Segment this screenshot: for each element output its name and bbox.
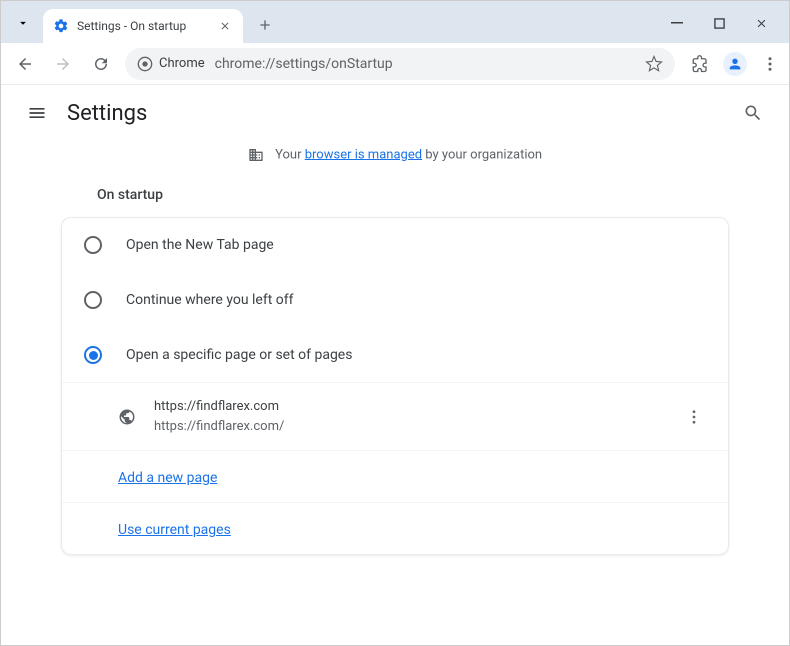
toolbar-actions xyxy=(691,52,779,76)
minimize-button[interactable] xyxy=(667,13,687,33)
managed-banner: Your browser is managed by your organiza… xyxy=(1,141,789,175)
close-icon xyxy=(219,20,231,32)
radio-icon xyxy=(84,346,102,364)
browser-menu-button[interactable] xyxy=(761,55,779,73)
option-specific-pages[interactable]: Open a specific page or set of pages xyxy=(62,327,728,382)
globe-icon xyxy=(118,408,136,426)
chrome-logo-icon xyxy=(137,56,153,72)
radio-icon xyxy=(84,291,102,309)
startup-card: Open the New Tab page Continue where you… xyxy=(61,217,729,555)
radio-label: Open a specific page or set of pages xyxy=(126,347,352,363)
radio-label: Open the New Tab page xyxy=(126,237,274,253)
url-text: chrome://settings/onStartup xyxy=(215,56,635,72)
close-window-button[interactable] xyxy=(751,13,771,33)
add-page-row: Add a new page xyxy=(62,450,728,502)
arrow-right-icon xyxy=(54,55,72,73)
use-current-row: Use current pages xyxy=(62,502,728,554)
kebab-icon xyxy=(685,408,703,426)
entry-title: https://findflarex.com xyxy=(154,397,664,417)
extension-icon xyxy=(691,55,709,73)
omnibox-security-chip[interactable]: Chrome xyxy=(137,56,205,72)
settings-menu-button[interactable] xyxy=(19,95,55,131)
new-tab-button[interactable] xyxy=(251,11,279,39)
settings-search-button[interactable] xyxy=(735,95,771,131)
settings-gear-icon xyxy=(53,18,69,34)
bookmark-button[interactable] xyxy=(645,55,663,73)
back-button[interactable] xyxy=(11,50,39,78)
managed-link[interactable]: browser is managed xyxy=(305,147,422,162)
browser-toolbar: Chrome chrome://settings/onStartup xyxy=(1,43,789,85)
star-icon xyxy=(645,55,663,73)
maximize-icon xyxy=(714,18,725,29)
option-continue[interactable]: Continue where you left off xyxy=(62,272,728,327)
minimize-icon xyxy=(671,17,683,29)
section-title: On startup xyxy=(61,175,729,217)
tab-search-dropdown[interactable] xyxy=(9,9,37,37)
entry-url: https://findflarex.com/ xyxy=(154,417,664,437)
profile-button[interactable] xyxy=(723,52,747,76)
add-page-link[interactable]: Add a new page xyxy=(118,470,217,486)
person-icon xyxy=(727,56,743,72)
close-icon xyxy=(755,17,768,30)
use-current-link[interactable]: Use current pages xyxy=(118,522,231,538)
reload-icon xyxy=(92,55,110,73)
tab-strip: Settings - On startup xyxy=(1,1,789,43)
entry-text: https://findflarex.com https://findflare… xyxy=(154,397,664,436)
entry-menu-button[interactable] xyxy=(682,405,706,429)
search-icon xyxy=(743,103,763,123)
settings-content: On startup Open the New Tab page Continu… xyxy=(1,175,789,555)
managed-suffix: by your organization xyxy=(422,147,542,162)
chevron-down-icon xyxy=(16,16,30,30)
settings-header: Settings xyxy=(1,85,789,141)
tab-title: Settings - On startup xyxy=(77,19,209,33)
browser-tab[interactable]: Settings - On startup xyxy=(43,9,243,43)
reload-button[interactable] xyxy=(87,50,115,78)
page-title: Settings xyxy=(67,101,147,126)
address-bar[interactable]: Chrome chrome://settings/onStartup xyxy=(125,48,675,80)
arrow-left-icon xyxy=(16,55,34,73)
building-icon xyxy=(248,147,264,163)
managed-prefix: Your xyxy=(275,147,305,162)
plus-icon xyxy=(257,17,273,33)
kebab-icon xyxy=(761,55,779,73)
hamburger-icon xyxy=(27,103,47,123)
option-new-tab[interactable]: Open the New Tab page xyxy=(62,218,728,272)
radio-icon xyxy=(84,236,102,254)
window-controls xyxy=(667,13,771,33)
chip-label: Chrome xyxy=(159,56,205,71)
startup-page-entry: https://findflarex.com https://findflare… xyxy=(62,382,728,450)
extensions-button[interactable] xyxy=(691,55,709,73)
radio-label: Continue where you left off xyxy=(126,292,294,308)
forward-button[interactable] xyxy=(49,50,77,78)
tab-close-button[interactable] xyxy=(217,18,233,34)
maximize-button[interactable] xyxy=(709,13,729,33)
